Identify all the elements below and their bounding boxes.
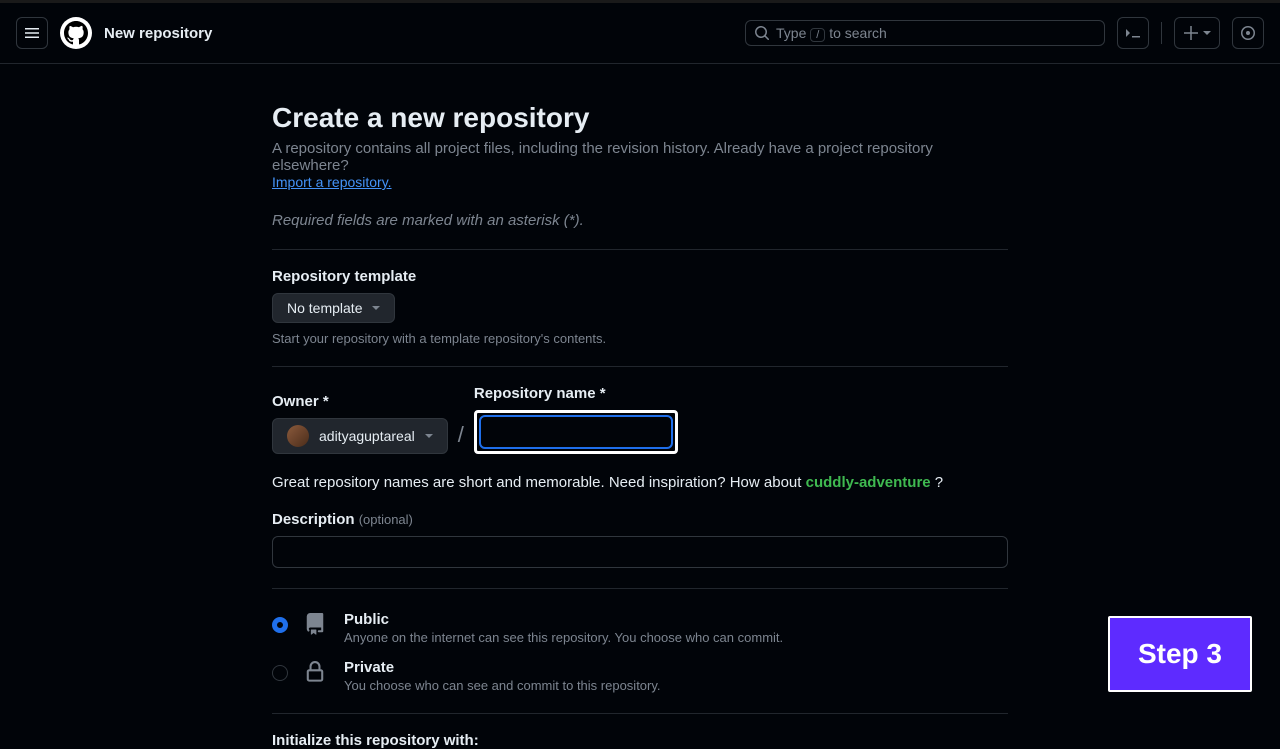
chevron-down-icon <box>425 434 433 438</box>
visibility-private-radio[interactable] <box>272 665 288 681</box>
create-new-dropdown[interactable] <box>1174 17 1220 49</box>
template-section: Repository template No template Start yo… <box>272 249 1008 346</box>
divider <box>1161 22 1162 44</box>
search-input[interactable]: Type / to search <box>745 20 1105 46</box>
name-suggestion-text: Great repository names are short and mem… <box>272 474 1008 491</box>
visibility-public-radio[interactable] <box>272 617 288 633</box>
menu-button[interactable] <box>16 17 48 49</box>
private-title: Private <box>344 659 661 676</box>
path-separator: / <box>458 422 464 454</box>
hamburger-icon <box>24 25 40 41</box>
description-label: Description <box>272 511 359 528</box>
suggested-name-link[interactable]: cuddly-adventure <box>806 474 931 491</box>
avatar <box>287 425 309 447</box>
description-input[interactable] <box>272 536 1008 568</box>
step-badge: Step 3 <box>1108 616 1252 692</box>
visibility-section: Public Anyone on the internet can see th… <box>272 588 1008 693</box>
search-icon <box>754 25 770 41</box>
owner-label: Owner * <box>272 393 448 410</box>
page-heading: Create a new repository <box>272 102 1008 134</box>
template-hint: Start your repository with a template re… <box>272 331 1008 346</box>
public-desc: Anyone on the internet can see this repo… <box>344 630 783 645</box>
owner-username: adityaguptareal <box>319 428 415 444</box>
repository-name-input[interactable] <box>479 415 673 449</box>
template-dropdown[interactable]: No template <box>272 293 395 323</box>
plus-icon <box>1183 25 1199 41</box>
description-optional: (optional) <box>359 512 413 527</box>
reponame-highlight <box>474 410 678 454</box>
command-palette-button[interactable] <box>1117 17 1149 49</box>
initialize-section: Initialize this repository with: <box>272 713 1008 749</box>
private-desc: You choose who can see and commit to thi… <box>344 678 661 693</box>
page-subheading: A repository contains all project files,… <box>272 140 1008 174</box>
page-title-header: New repository <box>104 25 212 42</box>
circle-dot-icon <box>1240 25 1256 41</box>
github-logo[interactable] <box>60 17 92 49</box>
required-fields-note: Required fields are marked with an aster… <box>272 212 1008 229</box>
owner-dropdown[interactable]: adityaguptareal <box>272 418 448 454</box>
issues-button[interactable] <box>1232 17 1264 49</box>
public-title: Public <box>344 611 783 628</box>
chevron-down-icon <box>372 306 380 310</box>
ownername-section: Owner * adityaguptareal / Repository nam… <box>272 366 1008 568</box>
lock-icon <box>304 661 328 686</box>
main-form: Create a new repository A repository con… <box>272 64 1008 749</box>
template-value: No template <box>287 300 362 316</box>
chevron-down-icon <box>1203 31 1211 35</box>
reponame-label: Repository name * <box>474 385 678 402</box>
initialize-label: Initialize this repository with: <box>272 732 1008 749</box>
template-label: Repository template <box>272 268 1008 285</box>
repo-icon <box>304 613 328 638</box>
terminal-icon <box>1125 25 1141 41</box>
global-header: New repository Type / to search <box>0 3 1280 64</box>
slash-key-hint: / <box>810 28 825 42</box>
import-repository-link[interactable]: Import a repository. <box>272 174 392 190</box>
